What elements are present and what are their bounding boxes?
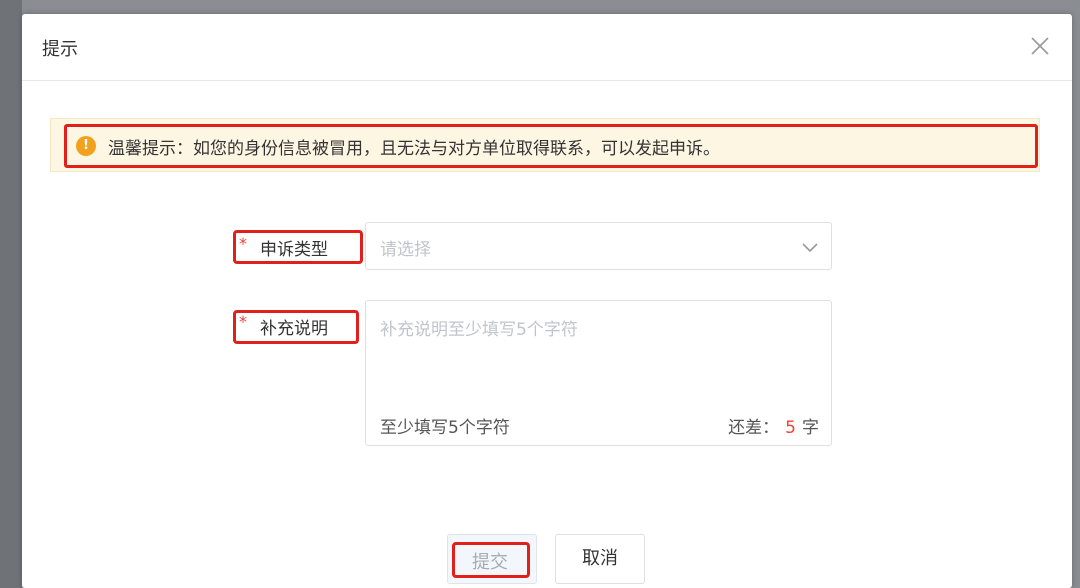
submit-button-label: 提交 xyxy=(472,552,508,573)
description-required-mark: * xyxy=(239,312,247,331)
remaining-suffix: 字 xyxy=(802,418,819,438)
dialog-header: 提示 xyxy=(22,14,1072,81)
chevron-down-icon xyxy=(802,243,818,253)
tip-text: 温馨提示：如您的身份信息被冒用，且无法与对方单位取得联系，可以发起申诉。 xyxy=(108,139,720,159)
remaining-prefix: 还差： xyxy=(728,418,780,438)
description-label: 补充说明 xyxy=(260,319,328,339)
remaining-number: 5 xyxy=(785,418,796,438)
description-min-hint: 至少填写5个字符 xyxy=(380,418,510,438)
cancel-button[interactable]: 取消 xyxy=(555,534,645,584)
appeal-type-required-mark: * xyxy=(239,234,247,253)
appeal-type-placeholder: 请选择 xyxy=(380,240,431,260)
description-remaining-count: 还差： 5 字 xyxy=(728,413,819,438)
warning-circle-icon: ! xyxy=(76,136,96,156)
page-backdrop xyxy=(0,0,22,588)
close-icon xyxy=(1031,37,1049,55)
close-button[interactable] xyxy=(1026,32,1054,60)
dialog-title: 提示 xyxy=(42,39,78,60)
appeal-dialog: 提示 ! 温馨提示：如您的身份信息被冒用，且无法与对方单位取得联系，可以发起申诉… xyxy=(22,14,1072,588)
description-textarea[interactable]: 补充说明至少填写5个字符 至少填写5个字符 还差： 5 字 xyxy=(365,300,832,446)
appeal-type-label: 申诉类型 xyxy=(260,240,328,260)
appeal-type-select[interactable]: 请选择 xyxy=(365,222,832,270)
description-placeholder: 补充说明至少填写5个字符 xyxy=(380,320,578,340)
